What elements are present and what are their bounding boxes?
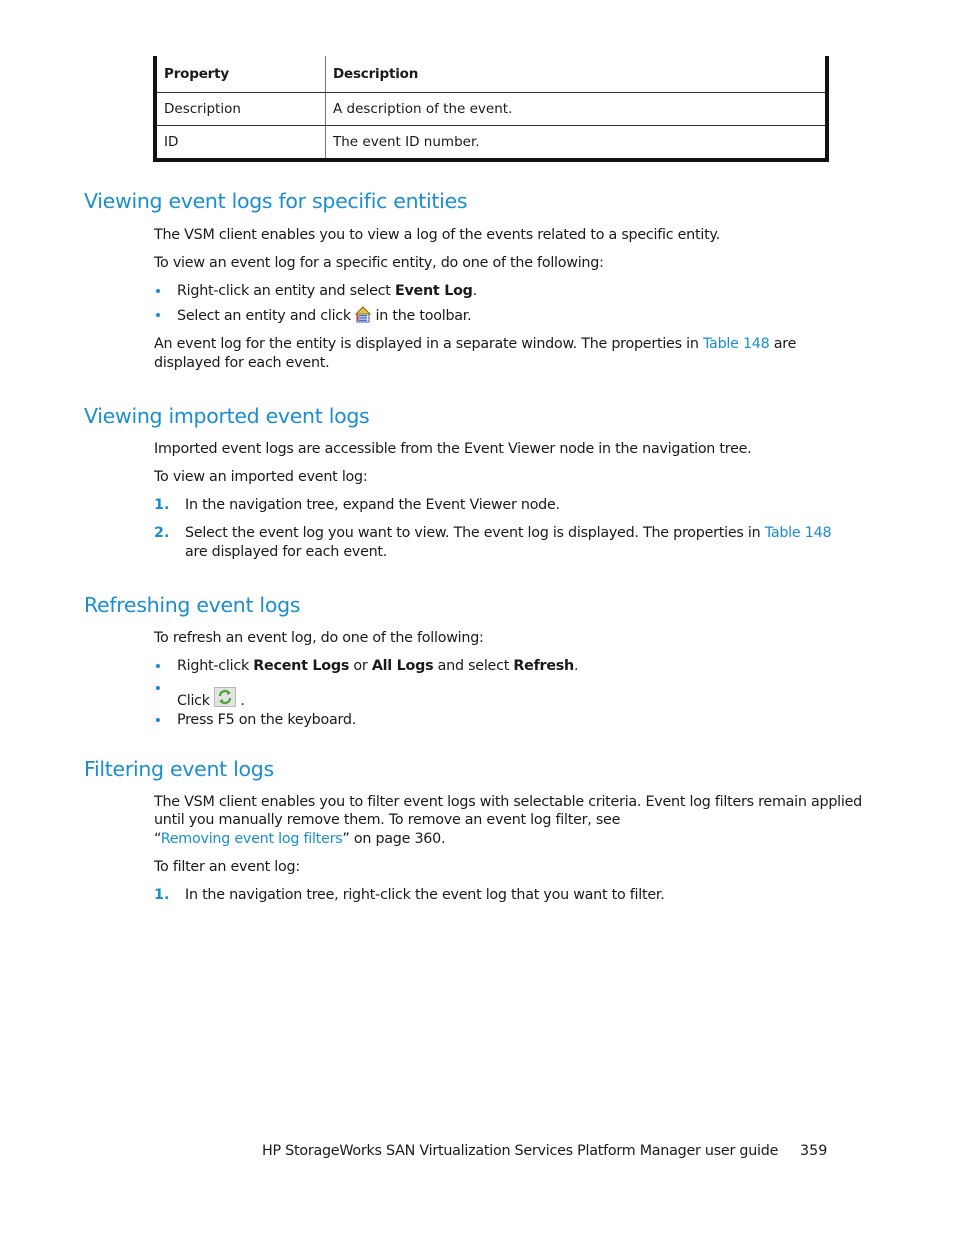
entities-bullet-1: Right-click an entity and select Event L… [177,282,477,301]
filtering-lead: To filter an event log: [154,859,300,875]
entities-intro: The VSM client enables you to view a log… [154,227,720,243]
entities-bullet-2-text-end: in the toolbar. [371,308,472,324]
entities-result-text: An event log for the entity is displayed… [154,336,703,352]
removing-event-log-filters-link[interactable]: Removing event log filters [161,831,343,847]
bullet-marker [156,310,164,318]
footer-title: HP StorageWorks SAN Virtualization Servi… [262,1143,779,1159]
table-148-link[interactable]: Table 148 [765,525,832,541]
filtering-intro-line-2: until you manually remove them. To remov… [154,812,621,828]
table-cell-property: Description [155,92,326,126]
page-number: 359 [800,1143,828,1159]
section-heading-imported: Viewing imported event logs [84,404,370,428]
entities-lead: To view an event log for a specific enti… [154,255,604,271]
table-header-property: Property [155,56,326,93]
punctuation: . [236,693,245,709]
bullet-marker [156,661,164,669]
refreshing-bullet-3: Press F5 on the keyboard. [177,712,357,728]
page-reference: ” on page 360. [342,831,446,847]
event-log-menu-item: Event Log [394,283,473,299]
filtering-intro-line-1: The VSM client enables you to filter eve… [154,794,862,810]
imported-step-1: In the navigation tree, expand the Event… [185,497,560,513]
step-number: 1. [154,497,170,513]
step-number: 1. [154,887,170,903]
recent-logs-node: Recent Logs [253,658,350,674]
bullet-marker [156,286,164,294]
imported-intro: Imported event logs are accessible from … [154,441,752,457]
document-page: Property Description Description A descr… [0,0,954,1235]
bullet-marker [156,715,164,723]
entities-result-line-1: An event log for the entity is displayed… [154,335,796,354]
table-cell-description: A description of the event. [325,92,827,126]
step-number: 2. [154,525,170,541]
table-row: ID The event ID number. [155,125,827,160]
refreshing-bullet-1-text: Right-click [177,658,254,674]
refresh-menu-item: Refresh [513,658,574,674]
table-row: Description A description of the event. [155,92,827,126]
filtering-intro-line-3: “Removing event log filters” on page 360… [154,830,446,849]
entities-bullet-1-text: Right-click an entity and select [177,283,395,299]
connector-text: or [349,658,372,674]
section-heading-filtering: Filtering event logs [84,757,274,781]
entities-bullet-2: Select an entity and click in the toolba… [177,306,472,329]
bullet-marker [156,683,164,691]
entities-result-line-2: displayed for each event. [154,355,330,371]
imported-step-2-text: Select the event log you want to view. T… [185,525,765,541]
punctuation: . [472,283,478,299]
refreshing-lead: To refresh an event log, do one of the f… [154,630,484,646]
imported-step-2: Select the event log you want to view. T… [185,524,832,543]
imported-lead: To view an imported event log: [154,469,368,485]
refreshing-bullet-1: Right-click Recent Logs or All Logs and … [177,657,579,676]
refresh-icon [214,687,237,713]
refreshing-bullet-2-text: Click [177,693,215,709]
all-logs-node: All Logs [371,658,434,674]
entities-bullet-2-text: Select an entity and click [177,308,356,324]
refreshing-bullet-2: Click . [177,687,245,713]
imported-step-2-line-2: are displayed for each event. [185,544,388,560]
table-148-link[interactable]: Table 148 [703,336,770,352]
quote-open: “ [154,831,161,847]
table-header-description: Description [325,56,827,93]
entities-result-text-end: are [769,336,797,352]
punctuation: . [573,658,579,674]
section-heading-refreshing: Refreshing event logs [84,593,301,617]
table-header-row: Property Description [155,56,827,93]
connector-text: and select [433,658,514,674]
table-cell-description: The event ID number. [333,134,480,150]
event-log-icon [355,306,372,329]
property-table: Property Description Description A descr… [153,56,829,162]
table-cell-property: ID [155,125,326,160]
filtering-step-1: In the navigation tree, right-click the … [185,887,665,903]
section-heading-entities: Viewing event logs for specific entities [84,189,468,213]
